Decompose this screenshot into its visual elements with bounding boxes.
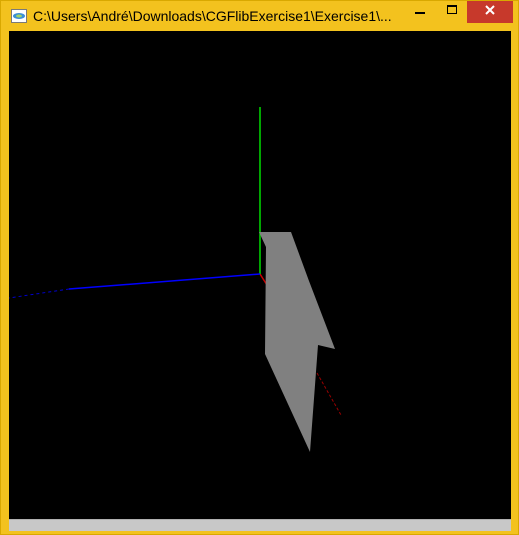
scene-canvas [9,107,342,452]
z-axis-line [68,273,261,290]
app-window: C:\Users\André\Downloads\CGFlibExercise1… [0,0,519,535]
app-icon[interactable] [11,9,27,23]
maximize-button[interactable] [437,1,467,23]
close-button[interactable] [467,1,513,23]
minimize-button[interactable] [405,1,435,23]
maximize-icon [446,3,458,21]
title-bar[interactable]: C:\Users\André\Downloads\CGFlibExercise1… [1,1,518,31]
gray-plane [259,232,335,452]
x-axis-line-far [316,372,342,416]
window-title: C:\Users\André\Downloads\CGFlibExercise1… [33,8,392,24]
z-axis-line-far [9,288,70,299]
close-icon [484,3,496,21]
horizontal-scrollbar[interactable] [9,519,511,531]
gl-viewport[interactable] [9,31,511,519]
minimize-icon [414,3,426,21]
